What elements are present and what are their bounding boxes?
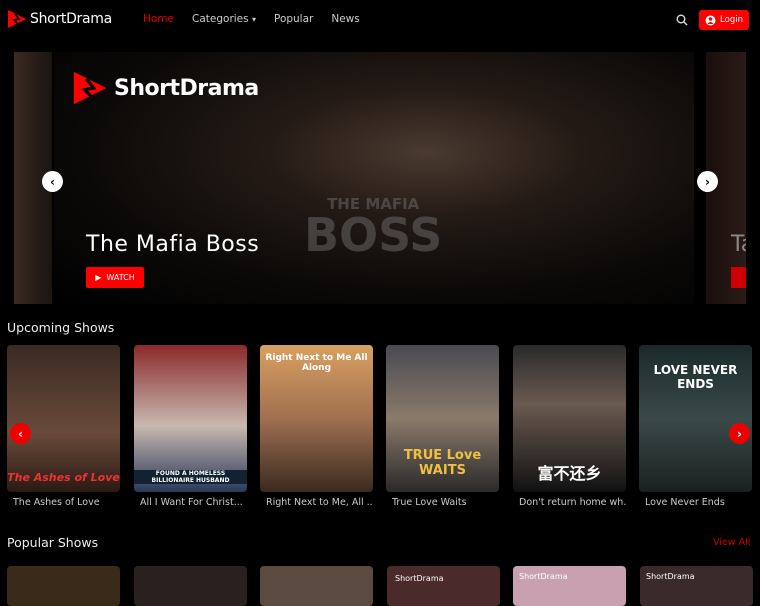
poster: LOVE NEVER ENDS [639,345,752,492]
hero-title: The Mafia Boss [86,232,260,257]
popular-card[interactable]: ShortDrama [640,566,753,606]
popular-card[interactable] [260,566,373,606]
show-title: The Ashes of Love [13,497,100,508]
view-all-link[interactable]: View All [713,537,750,548]
poster: TRUE Love WAITS [386,345,499,492]
hero-carousel: ShortDrama THE MAFIA BOSS The Mafia Boss … [14,52,746,304]
login-button[interactable]: Login [699,10,749,30]
chevron-right-icon: › [737,426,742,441]
login-label: Login [720,15,743,25]
poster-text: Right Next to Me All Along [265,353,368,373]
poster-text: FOUND A HOMELESS BILLIONAIRE HUSBAND [134,470,247,484]
nav-popular[interactable]: Popular [274,13,313,25]
card-brand: ShortDrama [646,572,695,581]
show-card[interactable]: FOUND A HOMELESS BILLIONAIRE HUSBAND All … [134,345,247,508]
poster-text: 富不还乡 [537,464,602,483]
hero-next-button[interactable]: › [697,171,718,192]
popular-card[interactable]: ShortDrama [513,566,626,606]
search-icon[interactable] [676,14,688,26]
play-icon: ▶ [95,273,102,282]
show-title: All I Want For Christ... [140,497,243,508]
next-slide-title: Ta [731,232,746,257]
show-card[interactable]: TRUE Love WAITS True Love Waits [386,345,499,508]
upcoming-prev-button[interactable]: ‹ [10,423,31,444]
poster-text: The Ashes of Love [7,471,120,484]
show-title: Love Never Ends [645,497,725,508]
logo-icon [8,10,26,28]
popular-card[interactable]: ShortDrama [387,566,500,606]
hero-prev-button[interactable]: ‹ [42,171,63,192]
card-brand: ShortDrama [395,574,444,583]
poster: Right Next to Me All Along [260,345,373,492]
show-title: Right Next to Me, All ... [266,497,373,508]
nav-home[interactable]: Home [143,13,174,25]
hero-watermark: THE MAFIA BOSS [304,197,443,262]
show-title: True Love Waits [392,497,467,508]
show-title: Don't return home wh... [519,497,626,508]
brand-logo[interactable]: ShortDrama [7,9,112,29]
watch-label: WATCH [106,273,135,282]
hero-brand-text: ShortDrama [114,75,259,101]
watch-button[interactable]: ▶ WATCH [86,267,144,288]
card-brand: ShortDrama [519,572,568,581]
hero-brand-logo: ShortDrama [72,70,259,106]
caret-down-icon: ▾ [251,15,256,24]
nav-categories-label: Categories [192,13,249,25]
popular-title: Popular Shows [7,535,99,550]
nav-news[interactable]: News [331,13,359,25]
popular-card[interactable] [134,566,247,606]
user-icon [705,15,716,25]
chevron-right-icon: › [705,174,710,189]
poster: 富不还乡 [513,345,626,492]
show-card[interactable]: 富不还乡 Don't return home wh... [513,345,626,508]
top-nav: ShortDrama Home Categories ▾ Popular New… [0,0,760,40]
upcoming-title: Upcoming Shows [7,320,115,335]
popular-card[interactable] [7,566,120,606]
upcoming-next-button[interactable]: › [729,423,750,444]
poster-text: TRUE Love WAITS [403,448,482,478]
poster-text: LOVE NEVER ENDS [653,363,738,391]
brand-name: ShortDrama [30,11,112,27]
nav-categories[interactable]: Categories ▾ [192,13,256,25]
next-slide-watch [731,267,746,288]
show-card[interactable]: Right Next to Me All Along Right Next to … [260,345,373,508]
logo-icon [73,71,107,105]
watermark-bottom: BOSS [304,208,443,262]
chevron-left-icon: ‹ [50,174,55,189]
poster: The Ashes of Love [7,345,120,492]
chevron-left-icon: ‹ [18,426,23,441]
poster: FOUND A HOMELESS BILLIONAIRE HUSBAND [134,345,247,492]
